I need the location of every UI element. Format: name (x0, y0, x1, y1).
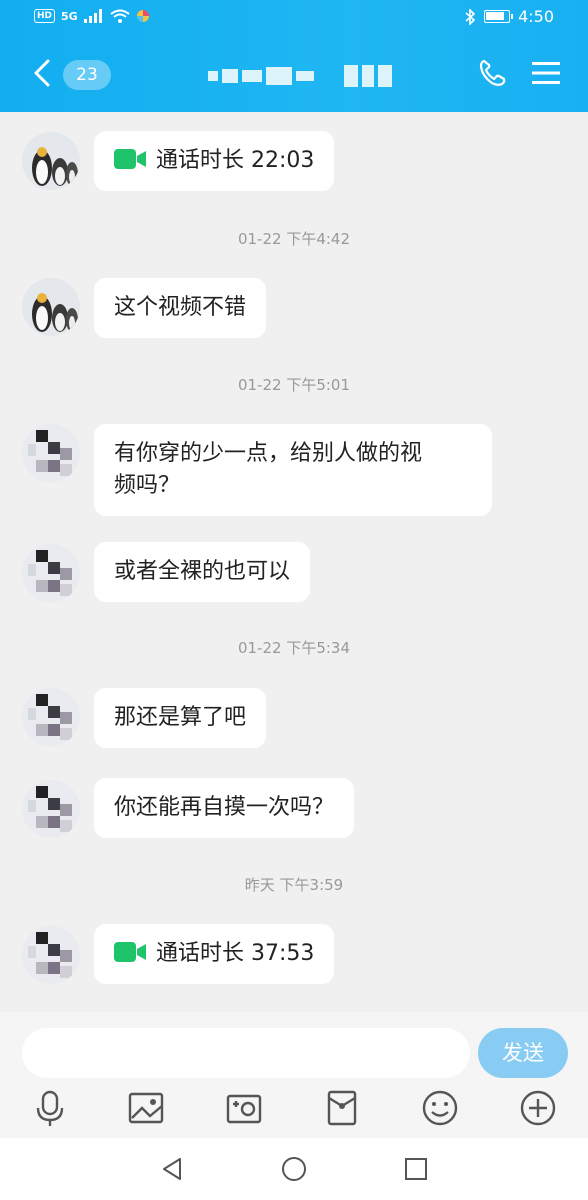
timestamp: 01-22 下午5:01 (237, 376, 351, 394)
call-duration-text: 通话时长 37:53 (156, 941, 315, 966)
message-bubble[interactable]: 有你穿的少一点，给别人做的视 频吗？ (94, 424, 492, 516)
menu-icon[interactable] (532, 60, 560, 86)
nav-bar: 23 (0, 46, 588, 106)
system-nav-bar (0, 1138, 588, 1200)
toolbar (0, 1088, 588, 1134)
timestamp: 昨天 下午3:59 (244, 876, 344, 894)
message-bubble[interactable]: 这个视频不错 (94, 278, 267, 338)
message-bubble[interactable]: 或者全裸的也可以 (94, 542, 311, 602)
avatar[interactable] (22, 926, 80, 984)
emoji-icon[interactable] (420, 1088, 460, 1128)
pixelated-avatar-icon (22, 688, 80, 746)
signal-icon (83, 9, 102, 23)
network-label: 5G (61, 9, 78, 23)
pixelated-avatar-icon (22, 926, 80, 984)
avatar[interactable] (22, 132, 80, 190)
wifi-icon (110, 9, 130, 23)
message-input[interactable] (22, 1028, 470, 1078)
input-bar: 发送 (0, 1012, 588, 1138)
pixelated-avatar-icon (22, 780, 80, 838)
phone-call-icon[interactable] (478, 58, 508, 88)
back-arrow-icon[interactable] (30, 58, 56, 88)
penguin-avatar-icon (22, 278, 80, 336)
unread-count-badge[interactable]: 23 (63, 60, 111, 90)
image-icon[interactable] (126, 1088, 166, 1128)
red-packet-icon[interactable] (322, 1088, 362, 1128)
timestamp: 01-22 下午4:42 (237, 230, 351, 248)
chat-header: HD 5G 4:50 23 (0, 0, 588, 112)
avatar[interactable] (22, 278, 80, 336)
contact-name-pixelated (208, 62, 408, 90)
status-left: HD 5G (34, 9, 150, 23)
app-notification-icon (136, 10, 149, 22)
avatar[interactable] (22, 544, 80, 602)
call-record-bubble[interactable]: 通话时长 37:53 (94, 924, 335, 984)
mic-icon[interactable] (30, 1088, 70, 1128)
send-button[interactable]: 发送 (478, 1028, 568, 1078)
avatar[interactable] (22, 780, 80, 838)
call-record-bubble[interactable]: 通话时长 22:03 (94, 131, 335, 191)
recents-square-icon[interactable] (403, 1156, 429, 1182)
status-right: 4:50 (464, 7, 554, 26)
battery-icon (484, 10, 514, 23)
hd-badge: HD (34, 9, 56, 23)
message-bubble[interactable]: 你还能再自摸一次吗？ (94, 778, 355, 838)
back-triangle-icon[interactable] (160, 1156, 186, 1182)
bluetooth-icon (465, 8, 476, 25)
avatar[interactable] (22, 688, 80, 746)
status-time: 4:50 (518, 7, 554, 26)
call-duration-text: 通话时长 22:03 (156, 148, 315, 173)
plus-icon[interactable] (518, 1088, 558, 1128)
pixelated-avatar-icon (22, 544, 80, 602)
pixelated-avatar-icon (22, 424, 80, 482)
message-bubble[interactable]: 那还是算了吧 (94, 688, 267, 748)
video-call-icon (114, 149, 146, 169)
timestamp: 01-22 下午5:34 (237, 639, 351, 657)
video-call-icon (114, 942, 146, 962)
penguin-avatar-icon (22, 132, 80, 190)
camera-icon[interactable] (224, 1088, 264, 1128)
home-circle-icon[interactable] (281, 1156, 307, 1182)
status-bar: HD 5G 4:50 (0, 0, 588, 36)
avatar[interactable] (22, 424, 80, 482)
